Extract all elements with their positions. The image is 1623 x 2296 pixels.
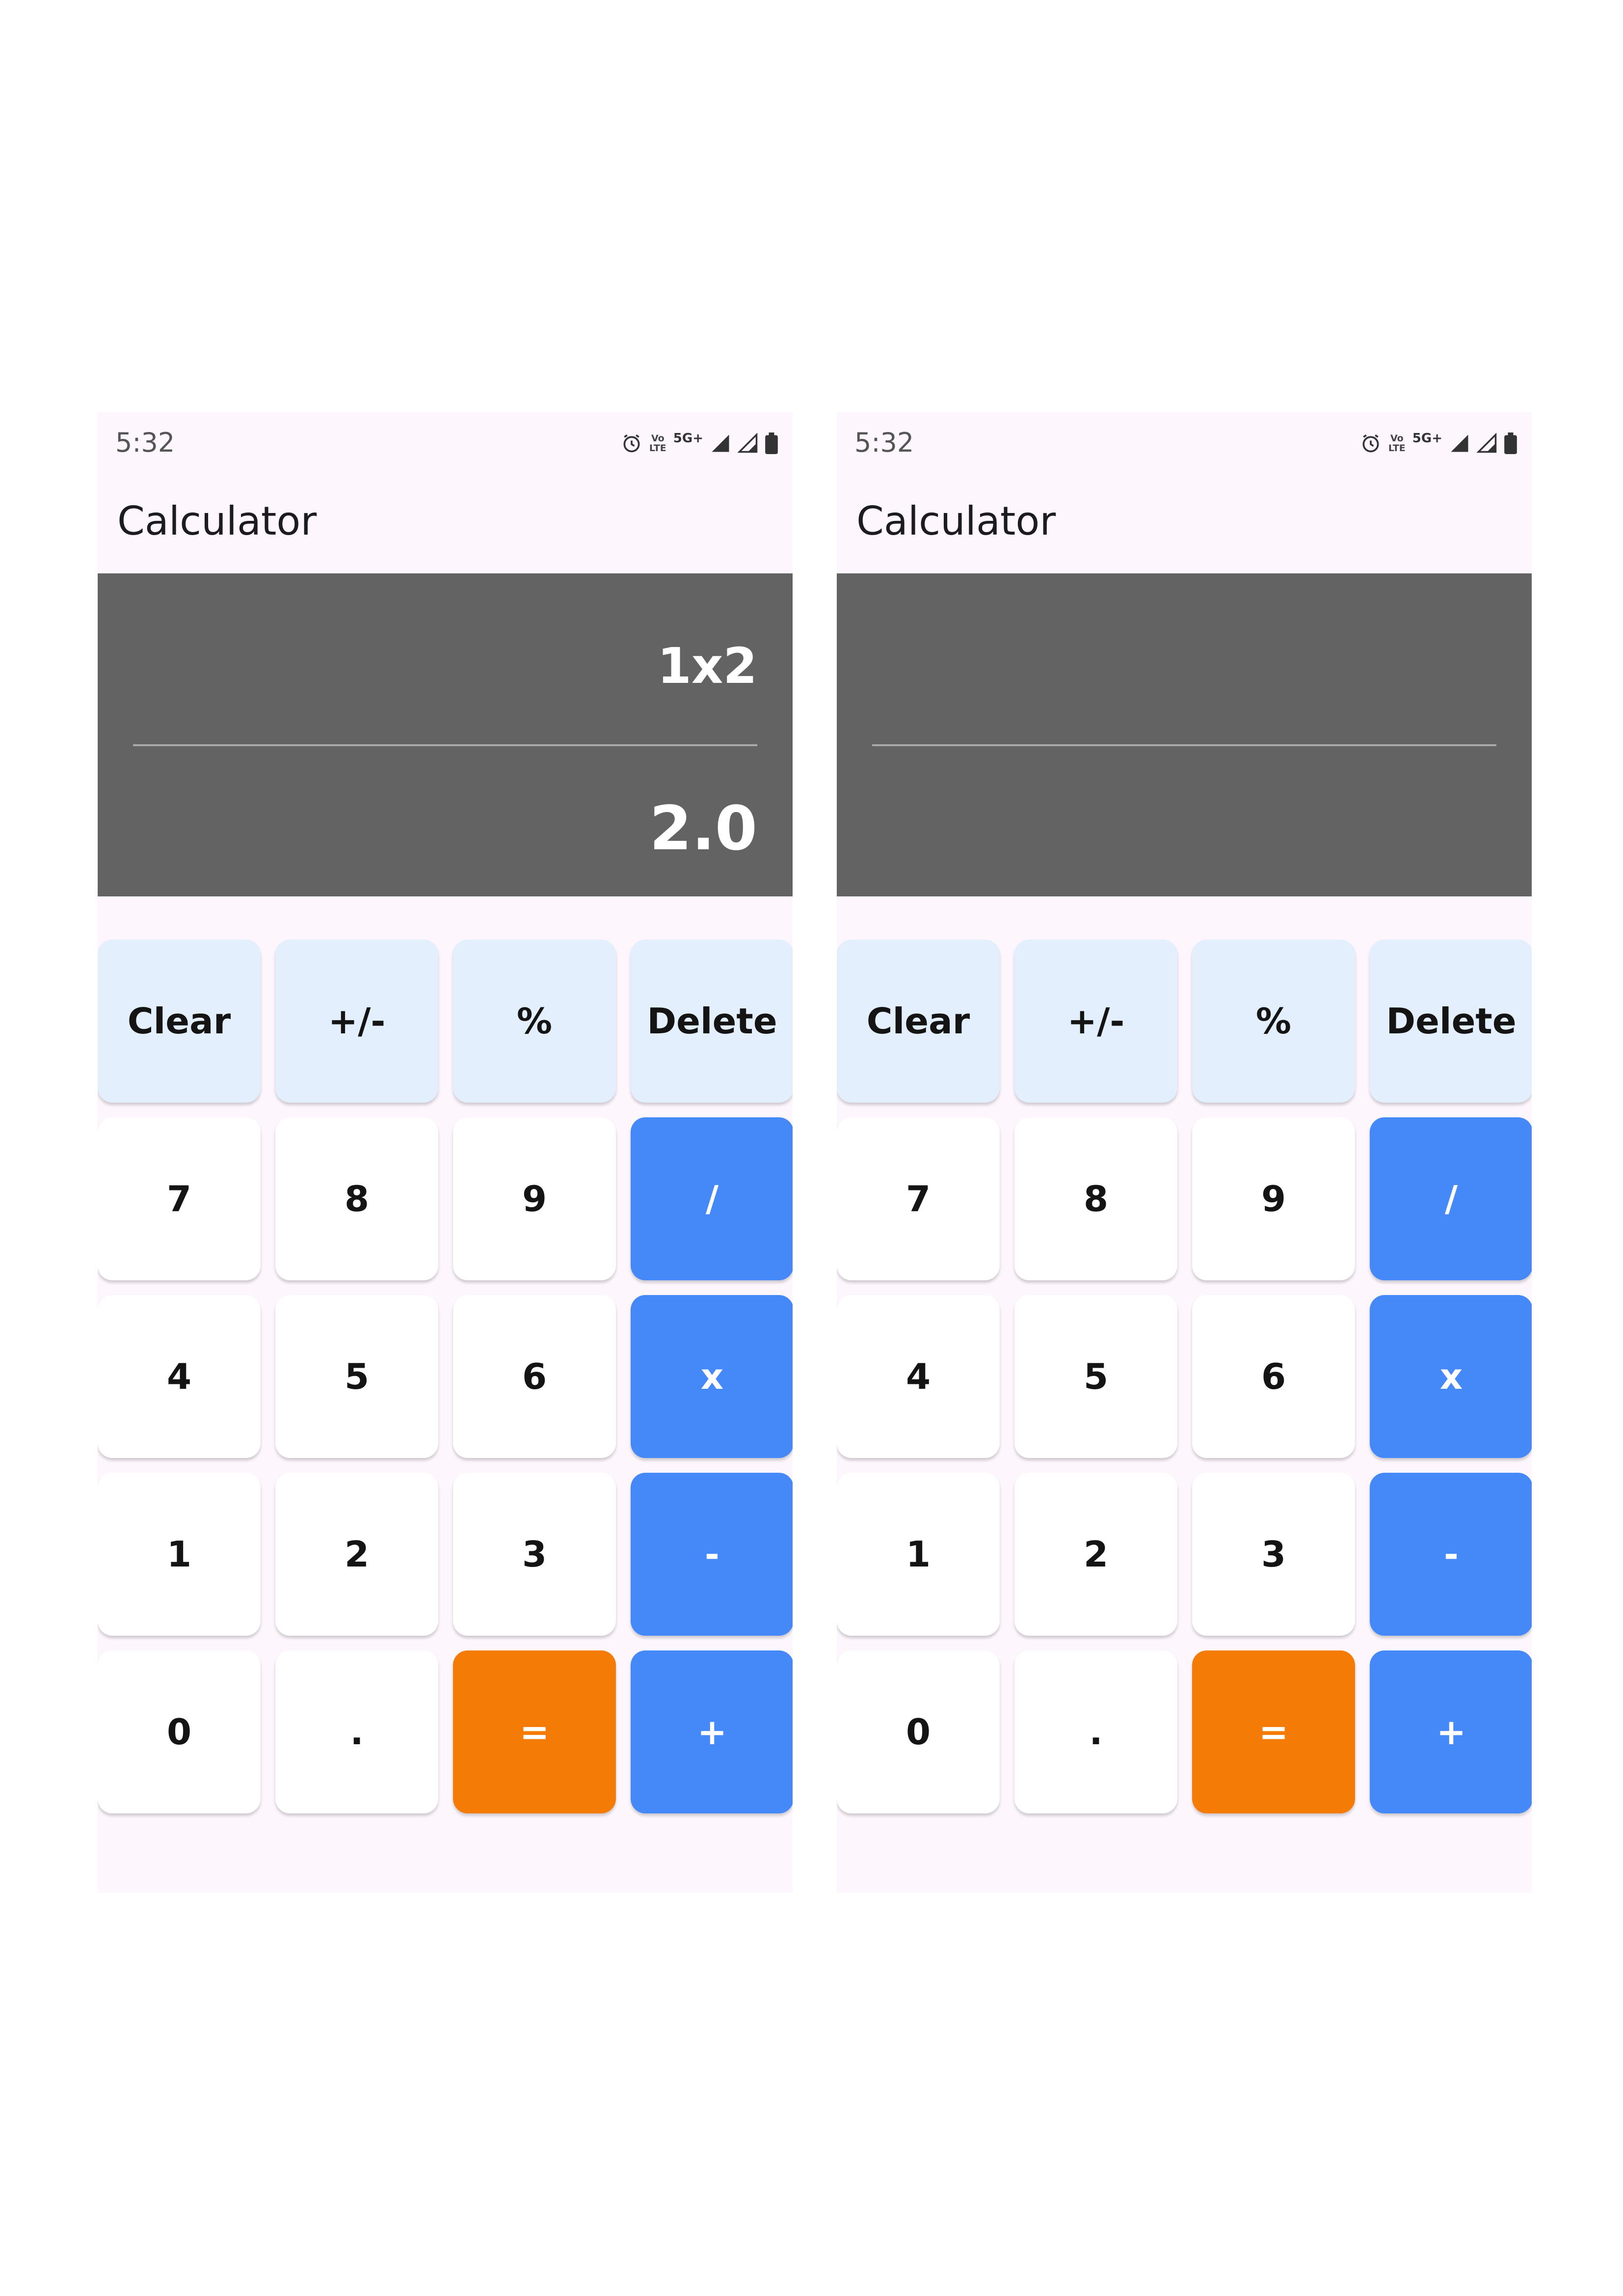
clear-button[interactable]: Clear bbox=[837, 940, 1000, 1103]
digit-2-button[interactable]: 2 bbox=[275, 1473, 438, 1636]
decimal-button[interactable]: . bbox=[1014, 1650, 1177, 1813]
battery-icon bbox=[765, 432, 778, 454]
multiply-button[interactable]: x bbox=[631, 1295, 793, 1458]
calculator-screen-right: 5:32 Vo LTE 5G+ Calculator Clear +/- % De… bbox=[837, 412, 1532, 1892]
digit-7-button[interactable]: 7 bbox=[98, 1117, 261, 1280]
status-bar: 5:32 Vo LTE 5G+ bbox=[98, 412, 793, 476]
volte-icon: Vo LTE bbox=[649, 433, 666, 454]
digit-0-button[interactable]: 0 bbox=[837, 1650, 1000, 1813]
digit-7-button[interactable]: 7 bbox=[837, 1117, 1000, 1280]
digit-1-button[interactable]: 1 bbox=[98, 1473, 261, 1636]
digit-2-button[interactable]: 2 bbox=[1014, 1473, 1177, 1636]
network-type-icon: 5G+ bbox=[673, 431, 703, 446]
digit-0-button[interactable]: 0 bbox=[98, 1650, 261, 1813]
digit-6-button[interactable]: 6 bbox=[1192, 1295, 1355, 1458]
decimal-button[interactable]: . bbox=[275, 1650, 438, 1813]
add-button[interactable]: + bbox=[631, 1650, 793, 1813]
status-icons: Vo LTE 5G+ bbox=[1360, 431, 1517, 456]
display-divider bbox=[872, 744, 1496, 746]
signal-partial-icon bbox=[738, 433, 758, 453]
multiply-button[interactable]: x bbox=[1370, 1295, 1532, 1458]
signal-full-icon bbox=[712, 434, 729, 452]
delete-button[interactable]: Delete bbox=[1370, 940, 1532, 1103]
digit-1-button[interactable]: 1 bbox=[837, 1473, 1000, 1636]
status-time: 5:32 bbox=[115, 427, 175, 458]
subtract-button[interactable]: - bbox=[1370, 1473, 1532, 1636]
percent-button[interactable]: % bbox=[453, 940, 616, 1103]
expression-text: 1x2 bbox=[657, 637, 757, 695]
volte-icon: Vo LTE bbox=[1388, 433, 1406, 454]
divide-button[interactable]: / bbox=[631, 1117, 793, 1280]
signal-full-icon bbox=[1451, 434, 1468, 452]
divide-button[interactable]: / bbox=[1370, 1117, 1532, 1280]
network-type-icon: 5G+ bbox=[1412, 431, 1442, 446]
keypad: Clear +/- % Delete 7 8 9 / 4 5 6 x 1 2 3… bbox=[98, 940, 793, 1813]
digit-8-button[interactable]: 8 bbox=[1014, 1117, 1177, 1280]
status-icons: Vo LTE 5G+ bbox=[621, 431, 778, 456]
calculator-display: 1x2 2.0 bbox=[98, 573, 793, 896]
digit-4-button[interactable]: 4 bbox=[837, 1295, 1000, 1458]
clear-button[interactable]: Clear bbox=[98, 940, 261, 1103]
digit-4-button[interactable]: 4 bbox=[98, 1295, 261, 1458]
digit-9-button[interactable]: 9 bbox=[1192, 1117, 1355, 1280]
digit-3-button[interactable]: 3 bbox=[453, 1473, 616, 1636]
alarm-icon bbox=[1362, 434, 1379, 453]
subtract-button[interactable]: - bbox=[631, 1473, 793, 1636]
digit-8-button[interactable]: 8 bbox=[275, 1117, 438, 1280]
signal-partial-icon bbox=[1477, 433, 1497, 453]
app-title: Calculator bbox=[117, 498, 317, 544]
alarm-icon bbox=[623, 434, 640, 453]
digit-5-button[interactable]: 5 bbox=[275, 1295, 438, 1458]
toggle-sign-button[interactable]: +/- bbox=[275, 940, 438, 1103]
add-button[interactable]: + bbox=[1370, 1650, 1532, 1813]
keypad: Clear +/- % Delete 7 8 9 / 4 5 6 x 1 2 3… bbox=[837, 940, 1532, 1813]
equals-button[interactable]: = bbox=[1192, 1650, 1355, 1813]
calculator-screen-left: 5:32 Vo LTE 5G+ Calculator 1x2 2.0 Clear … bbox=[98, 412, 793, 1892]
status-time: 5:32 bbox=[854, 427, 914, 458]
digit-5-button[interactable]: 5 bbox=[1014, 1295, 1177, 1458]
display-divider bbox=[133, 744, 757, 746]
digit-6-button[interactable]: 6 bbox=[453, 1295, 616, 1458]
status-bar: 5:32 Vo LTE 5G+ bbox=[837, 412, 1532, 476]
app-title: Calculator bbox=[856, 498, 1056, 544]
calculator-display bbox=[837, 573, 1532, 896]
delete-button[interactable]: Delete bbox=[631, 940, 793, 1103]
digit-9-button[interactable]: 9 bbox=[453, 1117, 616, 1280]
digit-3-button[interactable]: 3 bbox=[1192, 1473, 1355, 1636]
battery-icon bbox=[1504, 432, 1517, 454]
toggle-sign-button[interactable]: +/- bbox=[1014, 940, 1177, 1103]
percent-button[interactable]: % bbox=[1192, 940, 1355, 1103]
result-text: 2.0 bbox=[649, 793, 757, 864]
equals-button[interactable]: = bbox=[453, 1650, 616, 1813]
